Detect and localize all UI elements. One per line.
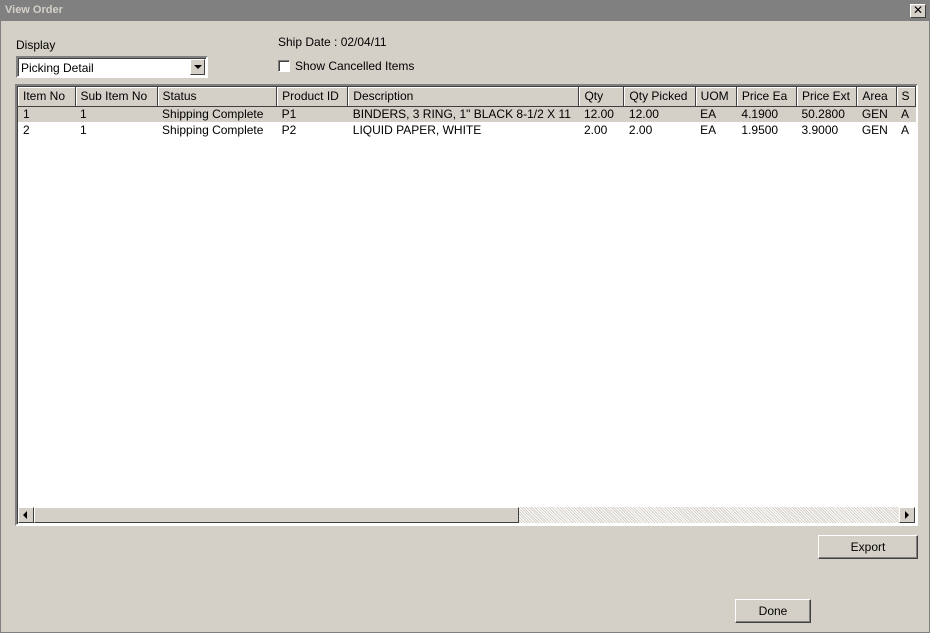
table-row[interactable]: 1 1 Shipping Complete P1 BINDERS, 3 RING… [18,106,916,122]
scrollbar-thumb[interactable] [34,507,519,523]
table-cell: 2.00 [583,123,608,137]
table-cell: BINDERS, 3 RING, 1" BLACK 8-1/2 X 11 [347,106,579,122]
chevron-down-icon[interactable] [190,59,205,75]
column-header[interactable]: Product ID [276,87,349,107]
column-header[interactable]: Price Ext [796,87,858,107]
column-header[interactable]: Area [856,87,897,107]
table-cell: P1 [276,106,348,122]
table-cell: EA [695,106,737,122]
table-cell: 12.00 [623,106,696,122]
scroll-left-icon[interactable] [18,507,34,523]
table-cell: 1.9500 [741,123,779,137]
table-cell: A [901,123,910,137]
column-header[interactable]: UOM [695,87,737,107]
close-icon[interactable]: ✕ [910,4,926,18]
table-cell: 1 [18,106,75,122]
table-cell: LIQUID PAPER, WHITE [352,123,482,137]
table-cell: 12.00 [578,106,624,122]
window-title: View Order [5,4,63,16]
order-items-table: Item No Sub Item No Status Product ID De… [18,87,916,138]
display-dropdown-value: Picking Detail [21,61,94,75]
table-cell: 2.00 [628,123,653,137]
column-header[interactable]: Qty [578,87,625,107]
display-label: Display [16,38,56,52]
view-order-window: View Order ✕ Display Picking Detail Ship… [0,0,930,633]
horizontal-scrollbar[interactable] [18,507,915,523]
order-items-grid[interactable]: Item No Sub Item No Status Product ID De… [15,84,918,526]
done-button[interactable]: Done [735,599,811,623]
export-button[interactable]: Export [818,535,918,559]
display-dropdown[interactable]: Picking Detail [16,56,208,78]
table-cell: GEN [861,123,888,137]
table-cell: 2 [23,123,30,137]
show-cancelled-label[interactable]: Show Cancelled Items [295,59,414,73]
column-header[interactable]: Status [157,87,278,107]
table-cell: EA [700,123,717,137]
table-cell: A [896,106,916,122]
column-header[interactable]: Qty Picked [623,87,696,107]
table-cell: 1 [75,106,158,122]
column-header[interactable]: Sub Item No [75,87,158,107]
column-header[interactable]: Price Ea [736,87,797,107]
column-header[interactable]: Item No [18,87,76,107]
table-cell: GEN [856,106,896,122]
show-cancelled-checkbox[interactable] [278,60,290,72]
table-cell: Shipping Complete [162,123,264,137]
table-cell: 4.1900 [736,106,797,122]
table-cell: Shipping Complete [157,106,277,122]
scroll-right-icon[interactable] [899,507,915,523]
table-cell: P2 [281,123,297,137]
column-header[interactable]: S [896,87,916,107]
column-header[interactable]: Description [347,87,580,107]
table-cell: 50.2800 [796,106,857,122]
table-cell: 1 [80,123,87,137]
title-bar[interactable]: View Order ✕ [1,1,929,21]
grid-header-row: Item No Sub Item No Status Product ID De… [18,87,916,107]
table-cell: 3.9000 [801,123,839,137]
ship-date-label: Ship Date : 02/04/11 [278,35,387,49]
table-row[interactable]: 2 1 Shipping Complete P2 LIQUID PAPER, W… [18,122,916,138]
